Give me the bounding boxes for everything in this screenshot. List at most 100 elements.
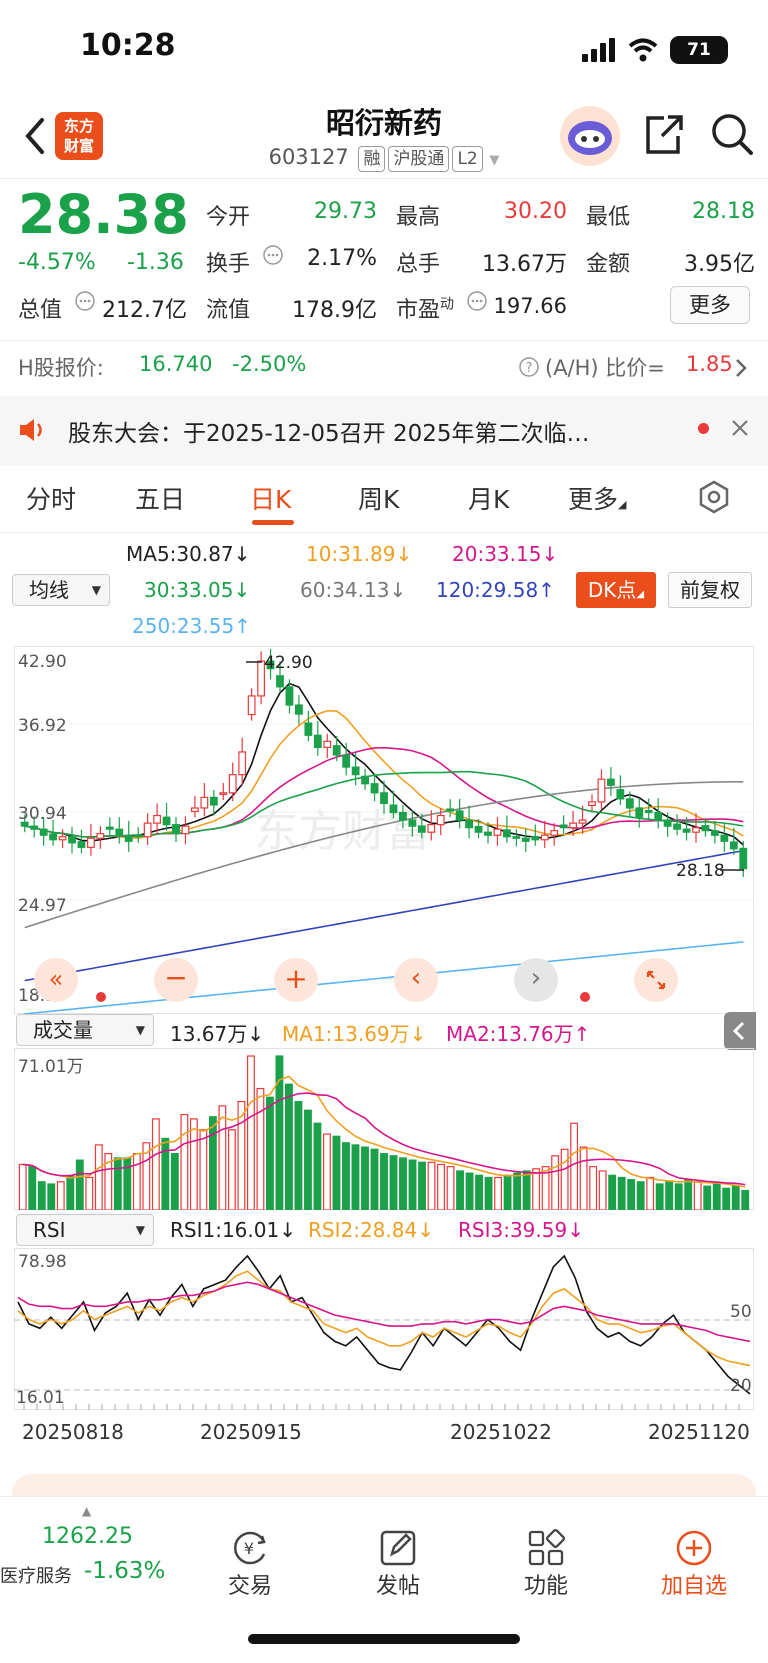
nav-trade[interactable]: ¥ 交易 [190,1528,310,1600]
volume-bar [589,1166,598,1210]
candle [692,827,700,833]
volume-chart[interactable] [14,1048,754,1210]
pe-value: 197.66 [493,294,567,318]
candle [465,819,474,829]
close-icon[interactable] [730,418,750,438]
caret-up-icon: ▲ [82,1504,92,1518]
volume-bar [389,1155,398,1210]
volume-bar [56,1181,65,1210]
nav-post-label: 发帖 [375,1574,420,1599]
candle [399,811,407,821]
edit-icon [380,1530,416,1566]
fullscreen-button[interactable] [634,958,678,1002]
price-axis-4: 24.97 [18,896,67,916]
volume-indicator-selector[interactable]: 成交量 ▼ [16,1014,154,1046]
volume-bar [47,1183,56,1210]
info-icon[interactable] [262,244,284,266]
assistant-avatar[interactable] [560,106,620,166]
volume-bar [399,1157,407,1210]
candle [417,825,426,833]
svg-text:?: ? [526,361,533,376]
candle [550,830,559,836]
volume-bar [437,1163,445,1210]
dk-point-button[interactable]: DK点◢ [576,572,656,608]
tab-weekly-k[interactable]: 周K [358,480,399,516]
candle [710,830,719,836]
tab-monthly-k[interactable]: 月K [468,480,509,516]
nav-functions[interactable]: 功能 [486,1528,606,1600]
candle [503,829,511,838]
pe-label: 市盈动 [396,292,454,324]
open-value: 29.73 [314,199,377,224]
share-icon[interactable] [644,112,684,156]
volume-bar [227,1129,236,1210]
candle [654,811,663,821]
tab-daily-k[interactable]: 日K [250,480,291,516]
nav-post[interactable]: 发帖 [338,1528,458,1600]
price-axis-top: 42.90 [18,652,67,672]
chevron-right-icon[interactable] [734,356,748,380]
tab-five-day[interactable]: 五日 [135,480,185,516]
candle [370,783,379,794]
nav-functions-label: 功能 [523,1574,568,1599]
rsi-axis-top: 78.98 [18,1252,67,1272]
tag-l2: L2 [452,146,483,172]
volume-bar [313,1122,322,1210]
volume-bar [113,1157,122,1210]
candle [200,796,209,809]
volume-value: 13.67万 [482,252,567,277]
rsi-indicator-selector[interactable]: RSI ▼ [16,1214,154,1246]
volume-bar [75,1159,84,1210]
settings-icon[interactable] [697,480,731,514]
volume-bar [703,1185,712,1210]
candle [191,807,199,813]
zoom-in-button[interactable]: + [274,958,318,1002]
volume-bar [28,1166,37,1210]
ma60-value: 60:34.13↓ [300,578,407,602]
nav-add-watchlist[interactable]: 加自选 [634,1528,754,1600]
amount-label: 金额 [586,252,631,277]
rsi-ref-50: 50 [730,1302,752,1322]
volume-bar [731,1185,740,1210]
collapse-panel-button[interactable] [724,1012,756,1050]
event-dot [96,992,106,1002]
zoom-out-button[interactable]: − [154,958,198,1002]
volume-label: 总手 [396,252,441,277]
dropdown-icon: ▼ [135,1023,145,1037]
dk-label: DK点 [587,578,637,602]
ma10-value: 10:31.89↓ [306,542,413,566]
volume-bar [218,1105,227,1210]
change-amount: -1.36 [127,250,184,275]
low-value: 28.18 [692,199,755,224]
candle [559,824,568,829]
candle [285,686,294,706]
sector-index-value[interactable]: 1262.25 [42,1524,133,1549]
sector-pct[interactable]: -1.63% [84,1558,165,1584]
caret-icon: ◢ [618,498,627,511]
more-button[interactable]: 更多 [670,286,750,324]
candle [663,819,672,827]
volume-bar [693,1181,702,1210]
candle [238,751,247,776]
volume-bar [646,1176,655,1210]
rsi-chart[interactable] [14,1248,754,1410]
signal-icon [582,38,615,62]
step-left-button[interactable]: ‹ [394,958,438,1002]
volume-bar [332,1135,341,1210]
sector-name[interactable]: 医疗服务 [0,1562,72,1588]
tab-intraday[interactable]: 分时 [26,480,76,516]
ma250-value: 250:23.55↑ [132,614,251,638]
candle [380,792,388,805]
volume-bar [522,1170,531,1210]
max-label: 42.90 [264,653,313,673]
mktcap-label: 总值 [18,298,63,323]
tab-more[interactable]: 更多◢ [568,480,626,516]
scroll-left-fast-button[interactable]: « [34,958,78,1002]
candle [474,825,483,833]
indicator-selector[interactable]: 均线 ▼ [12,574,110,606]
pe-dynamic-mark: 动 [440,296,455,313]
adjust-button[interactable]: 前复权 [668,572,752,608]
step-right-button[interactable]: › [514,958,558,1002]
search-icon[interactable] [710,112,754,156]
help-icon[interactable]: ? [518,356,540,378]
